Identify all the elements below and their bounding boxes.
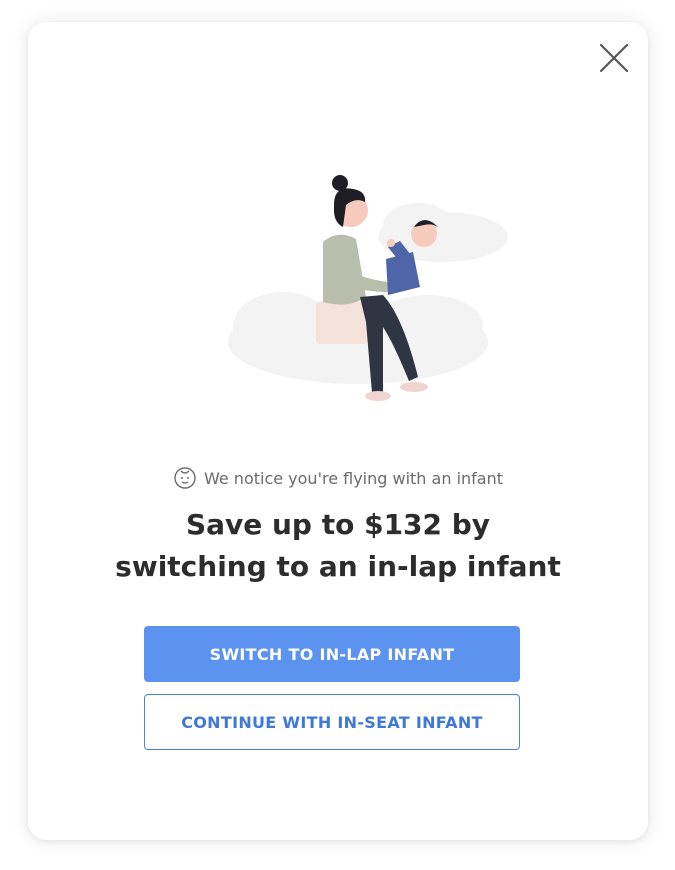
baby-face-icon [174,467,196,489]
infant-notice: We notice you're flying with an infant [28,466,648,490]
continue-in-seat-button[interactable]: CONTINUE WITH IN-SEAT INFANT [144,694,520,750]
mother-holding-infant-illustration [228,175,508,401]
headline-line-2: switching to an in-lap infant [115,550,561,583]
switch-to-in-lap-button[interactable]: SWITCH TO IN-LAP INFANT [144,626,520,682]
close-icon [599,43,629,73]
headline-line-1: Save up to $132 by [185,508,491,541]
infant-upsell-modal: We notice you're flying with an infant S… [28,22,648,840]
savings-headline: Save up to $132 by switching to an in-la… [28,504,648,588]
infant-notice-text: We notice you're flying with an infant [203,468,503,488]
close-button[interactable] [596,40,632,76]
